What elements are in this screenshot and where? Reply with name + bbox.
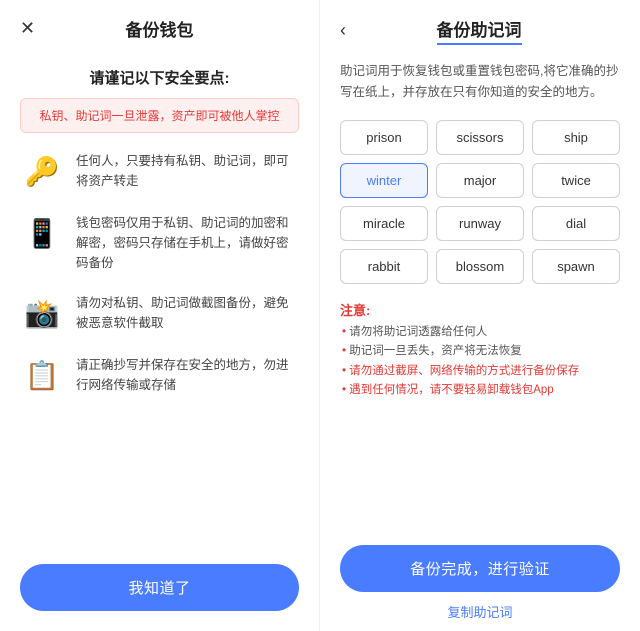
mnemonic-word-6: miracle: [340, 206, 428, 241]
right-header: ‹ 备份助记词: [320, 0, 640, 55]
notes-item-1: 助记词一旦丢失，资产将无法恢复: [340, 342, 620, 362]
mnemonic-word-5: twice: [532, 163, 620, 198]
backup-verify-button[interactable]: 备份完成，进行验证: [340, 545, 620, 592]
left-title: 备份钱包: [126, 16, 194, 41]
key-icon: 🔑: [20, 149, 64, 193]
back-button[interactable]: ‹: [340, 20, 346, 41]
mnemonic-word-0: prison: [340, 120, 428, 155]
safety-text-3: 请勿对私钥、助记词做截图备份，避免被恶意软件截取: [76, 291, 299, 333]
safety-text-1: 任何人，只要持有私钥、助记词，即可将资产转走: [76, 149, 299, 191]
mnemonic-word-9: rabbit: [340, 249, 428, 284]
mnemonic-grid: prison scissors ship winter major twice …: [320, 116, 640, 292]
safety-text-4: 请正确抄写并保存在安全的地方，勿进行网络传输或存储: [76, 353, 299, 395]
mnemonic-word-2: ship: [532, 120, 620, 155]
safety-item-2: 📱 钱包密码仅用于私钥、助记词的加密和解密，密码只存储在手机上，请做好密码备份: [20, 211, 299, 273]
left-footer: 我知道了: [0, 552, 319, 611]
mnemonic-word-1: scissors: [436, 120, 524, 155]
safety-items-list: 🔑 任何人，只要持有私钥、助记词，即可将资产转走 📱 钱包密码仅用于私钥、助记词…: [0, 149, 319, 552]
safety-item-1: 🔑 任何人，只要持有私钥、助记词，即可将资产转走: [20, 149, 299, 193]
mnemonic-word-8: dial: [532, 206, 620, 241]
right-panel: ‹ 备份助记词 助记词用于恢复钱包或重置钱包密码,将它准确的抄写在纸上，并存放在…: [320, 0, 640, 631]
phone-icon: 📱: [20, 211, 64, 255]
safety-item-3: 📸 请勿对私钥、助记词做截图备份，避免被恶意软件截取: [20, 291, 299, 335]
left-header: ✕ 备份钱包: [0, 0, 319, 57]
right-footer: 备份完成，进行验证 复制助记词: [320, 535, 640, 631]
right-title-wrapper: 备份助记词: [356, 16, 620, 45]
safety-item-4: 📋 请正确抄写并保存在安全的地方，勿进行网络传输或存储: [20, 353, 299, 397]
know-button[interactable]: 我知道了: [20, 564, 299, 611]
notes-section: 注意: 请勿将助记词透露给任何人 助记词一旦丢失，资产将无法恢复 请勿通过截屏、…: [320, 292, 640, 411]
copy-doc-icon: 📋: [20, 353, 64, 397]
screenshot-icon: 📸: [20, 291, 64, 335]
mnemonic-word-7: runway: [436, 206, 524, 241]
right-title: 备份助记词: [437, 16, 522, 45]
notes-item-2: 请勿通过截屏、网络传输的方式进行备份保存: [340, 362, 620, 382]
safety-heading: 请谨记以下安全要点:: [0, 57, 319, 98]
mnemonic-word-4: major: [436, 163, 524, 198]
left-panel: ✕ 备份钱包 请谨记以下安全要点: 私钥、助记词一旦泄露，资产即可被他人掌控 🔑…: [0, 0, 320, 631]
safety-text-2: 钱包密码仅用于私钥、助记词的加密和解密，密码只存储在手机上，请做好密码备份: [76, 211, 299, 273]
copy-mnemonic-link[interactable]: 复制助记词: [340, 602, 620, 625]
notes-item-3: 遇到任何情况，请不要轻易卸载钱包App: [340, 381, 620, 401]
right-description: 助记词用于恢复钱包或重置钱包密码,将它准确的抄写在纸上，并存放在只有你知道的安全…: [320, 55, 640, 116]
close-button[interactable]: ✕: [20, 18, 35, 39]
mnemonic-word-10: blossom: [436, 249, 524, 284]
mnemonic-word-11: spawn: [532, 249, 620, 284]
mnemonic-word-3: winter: [340, 163, 428, 198]
notes-item-0: 请勿将助记词透露给任何人: [340, 323, 620, 343]
notes-title: 注意:: [340, 300, 620, 319]
warning-banner: 私钥、助记词一旦泄露，资产即可被他人掌控: [20, 98, 299, 133]
